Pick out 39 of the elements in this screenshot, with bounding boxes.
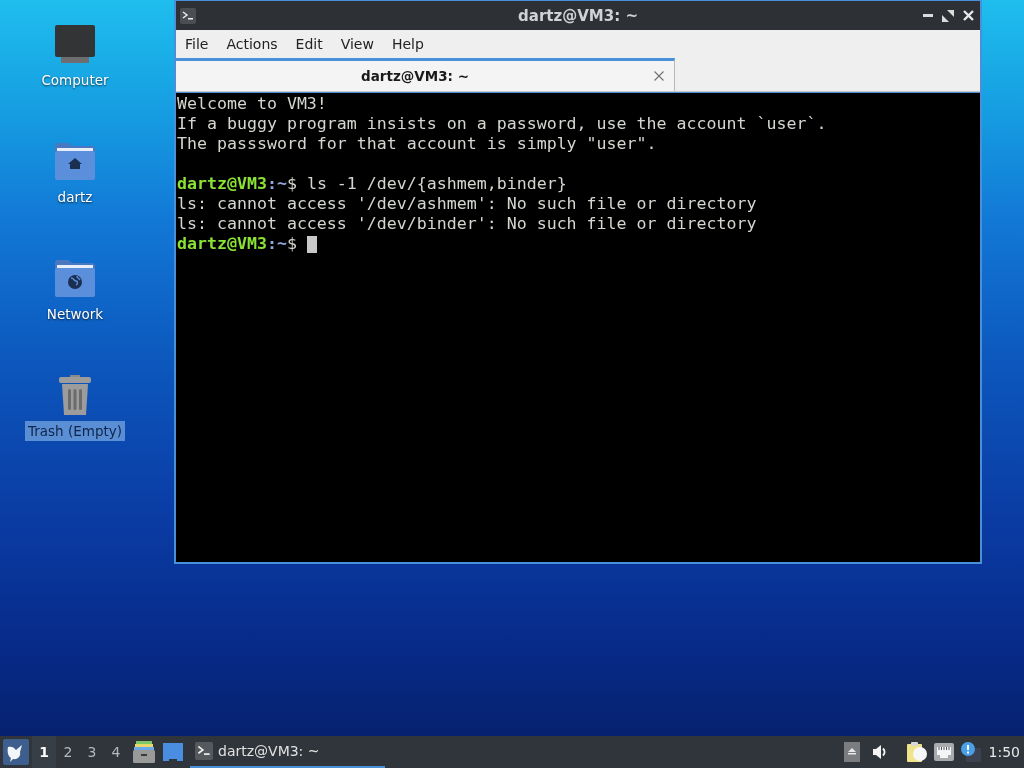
shortcut-label[interactable]: dartz bbox=[54, 187, 96, 207]
globe-folder-icon[interactable] bbox=[55, 259, 95, 297]
speaker-icon[interactable] bbox=[871, 744, 888, 760]
window-title: dartz@VM3: ~ bbox=[518, 6, 638, 25]
drawer-icon[interactable] bbox=[133, 741, 155, 763]
terminal-line: Welcome to VM3! bbox=[177, 94, 327, 114]
workspace-button[interactable]: 3 bbox=[80, 736, 104, 768]
menu-item[interactable]: View bbox=[331, 33, 383, 55]
clock[interactable]: 1:50 bbox=[988, 744, 1020, 760]
terminal-line: dartz@VM3:~$ ls -1 /dev/{ashmem,binder} bbox=[177, 174, 567, 194]
terminal-line: ls: cannot access '/dev/binder': No such file or directory bbox=[177, 214, 757, 234]
ethernet-port-icon[interactable] bbox=[933, 743, 954, 761]
alert-icon[interactable] bbox=[960, 742, 981, 762]
terminal-icon[interactable] bbox=[180, 7, 196, 24]
menu-item[interactable]: Actions bbox=[217, 33, 287, 55]
terminal-line: ls: cannot access '/dev/ashmem': No such file or directory bbox=[177, 194, 757, 214]
terminal-line: dartz@VM3:~$ bbox=[177, 234, 297, 254]
maximize-icon[interactable] bbox=[942, 9, 954, 22]
home-folder-icon[interactable] bbox=[55, 142, 95, 180]
terminal-area[interactable] bbox=[176, 92, 980, 562]
terminal-line: The passsword for that account is simply "user". bbox=[177, 134, 657, 154]
terminal-icon bbox=[195, 742, 213, 760]
menu-item[interactable]: Help bbox=[382, 33, 433, 55]
shortcut-label[interactable]: Trash (Empty) bbox=[24, 421, 125, 441]
terminal-line: If a buggy program insists on a password, use the account `user`. bbox=[177, 114, 827, 134]
clipboard-icon[interactable] bbox=[906, 742, 927, 762]
workspace-button[interactable]: 4 bbox=[104, 736, 128, 768]
trash-icon[interactable] bbox=[59, 375, 91, 415]
window-icon[interactable] bbox=[163, 743, 183, 761]
workspace-button[interactable]: 1 bbox=[32, 736, 56, 768]
menu-item[interactable]: Edit bbox=[286, 33, 332, 55]
bird-logo-icon[interactable] bbox=[3, 739, 29, 765]
shortcut-label[interactable]: Network bbox=[43, 304, 107, 324]
menu-item[interactable]: File bbox=[176, 33, 218, 55]
tab[interactable]: dartz@VM3: ~ bbox=[176, 58, 675, 91]
eject-icon[interactable] bbox=[843, 742, 860, 762]
task-button[interactable]: dartz@VM3: ~ bbox=[190, 736, 385, 768]
monitor-icon[interactable] bbox=[55, 25, 95, 63]
workspace-button[interactable]: 2 bbox=[56, 736, 80, 768]
